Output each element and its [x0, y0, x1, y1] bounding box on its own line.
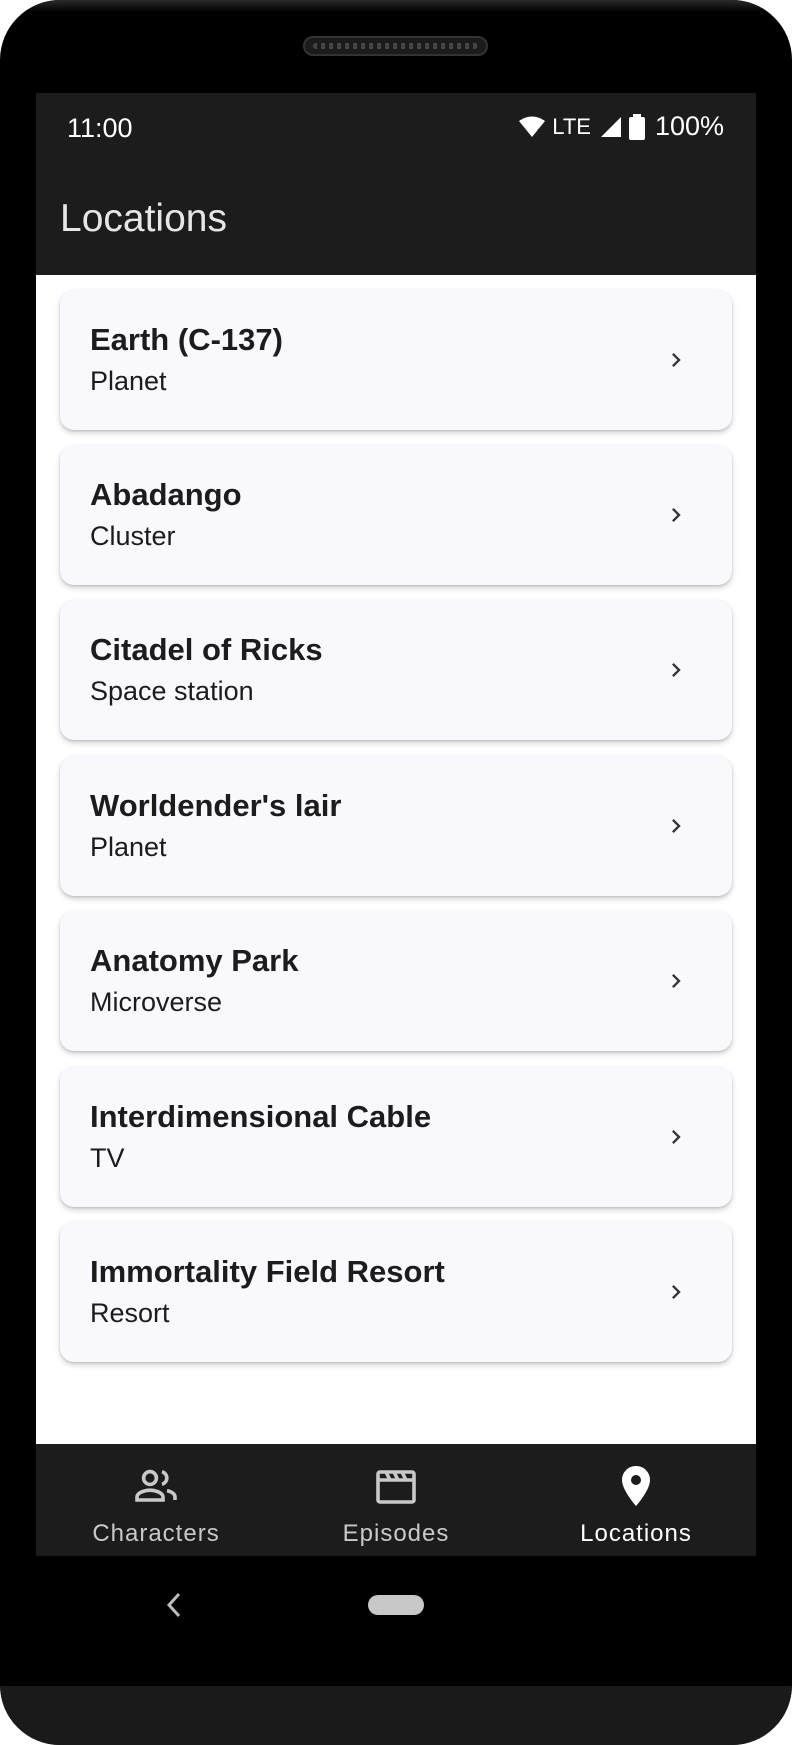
location-pin-icon: [622, 1466, 650, 1506]
bottom-navigation: Characters Episodes Locations: [36, 1444, 756, 1556]
chevron-right-icon: [672, 819, 681, 833]
location-type: Planet: [90, 366, 167, 396]
nav-item-locations[interactable]: Locations: [516, 1444, 756, 1556]
location-type: Space station: [90, 676, 254, 706]
network-type: LTE: [552, 113, 591, 139]
page-title: Locations: [60, 197, 227, 240]
location-name: Anatomy Park: [90, 943, 299, 978]
location-card[interactable]: Immortality Field Resort Resort: [60, 1222, 732, 1362]
location-name: Abadango: [90, 477, 242, 512]
location-type: Planet: [90, 832, 167, 862]
location-name: Immortality Field Resort: [90, 1254, 445, 1289]
location-card[interactable]: Worldender's lair Planet: [60, 756, 732, 896]
status-bar: 11:00 5 LTE 100%: [36, 93, 756, 163]
screen: 11:00 5 LTE 100% Locations Earth (C-137)…: [36, 93, 756, 1556]
location-type: TV: [90, 1143, 125, 1173]
status-icons: 5 LTE 100%: [518, 111, 724, 142]
location-card[interactable]: Abadango Cluster: [60, 445, 732, 585]
nav-label-characters: Characters: [92, 1520, 220, 1547]
status-time: 11:00: [67, 113, 133, 143]
location-type: Cluster: [90, 521, 176, 551]
chevron-right-icon: [672, 508, 681, 522]
chevron-right-icon: [672, 663, 681, 677]
battery-percent: 100%: [654, 111, 724, 141]
location-name: Earth (C-137): [90, 322, 283, 357]
clapperboard-icon: [376, 1470, 416, 1504]
wifi-icon: 5: [519, 116, 546, 139]
nav-label-episodes: Episodes: [342, 1520, 450, 1547]
battery-icon: [628, 113, 645, 140]
svg-text:5: 5: [537, 128, 543, 139]
speaker-grille: [303, 36, 488, 56]
location-type: Microverse: [90, 987, 223, 1017]
nav-item-characters[interactable]: Characters: [36, 1444, 276, 1556]
chevron-right-icon: [672, 1130, 681, 1144]
nav-item-episodes[interactable]: Episodes: [276, 1444, 516, 1556]
location-card[interactable]: Interdimensional Cable TV: [60, 1067, 732, 1207]
location-type: Resort: [90, 1298, 170, 1328]
chevron-right-icon: [672, 974, 681, 988]
device-frame: 11:00 5 LTE 100% Locations Earth (C-137)…: [0, 0, 792, 1745]
location-name: Worldender's lair: [90, 788, 342, 823]
nav-label-locations: Locations: [580, 1520, 692, 1547]
location-card[interactable]: Anatomy Park Microverse: [60, 911, 732, 1051]
system-back-icon[interactable]: [162, 1590, 186, 1620]
location-name: Citadel of Ricks: [90, 632, 323, 667]
location-card[interactable]: Citadel of Ricks Space station: [60, 600, 732, 740]
device-bezel-bottom: [0, 1686, 792, 1745]
location-card[interactable]: Earth (C-137) Planet: [60, 290, 732, 430]
chevron-right-icon: [672, 1285, 681, 1299]
system-home-button[interactable]: [368, 1595, 424, 1615]
people-icon: [135, 1469, 177, 1502]
signal-icon: [600, 116, 621, 137]
locations-list[interactable]: Earth (C-137) Planet Abadango Cluster Ci…: [36, 275, 756, 1538]
device-bezel-top: [0, 0, 792, 12]
chevron-right-icon: [672, 353, 681, 367]
location-name: Interdimensional Cable: [90, 1099, 432, 1134]
